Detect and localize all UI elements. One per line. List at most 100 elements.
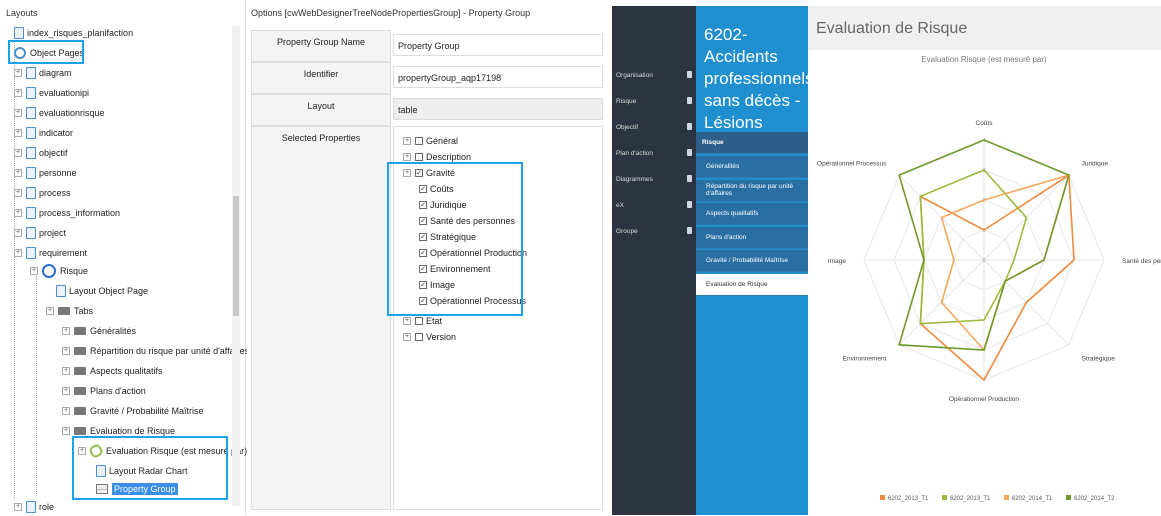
- tree-item[interactable]: + project: [14, 224, 66, 242]
- tree-item[interactable]: + Généralités: [62, 322, 136, 340]
- layout-select[interactable]: table: [393, 98, 603, 120]
- tree-item-label: Layout Object Page: [69, 286, 149, 296]
- nav-item-label: Risque: [616, 97, 637, 105]
- nav-item[interactable]: Organisation: [612, 62, 696, 88]
- tab-icon: [74, 367, 86, 375]
- tree-item[interactable]: + requirement: [14, 244, 87, 262]
- tab-item[interactable]: Généralités: [696, 156, 808, 178]
- tab-item[interactable]: Répartition du risque par unité d'affair…: [696, 179, 808, 202]
- nav-item[interactable]: Diagrammes: [612, 166, 696, 192]
- main-header: Evaluation de Risque: [808, 6, 1161, 50]
- expand-icon[interactable]: +: [62, 407, 70, 415]
- nav-item[interactable]: Objectif: [612, 114, 696, 140]
- checkbox[interactable]: [415, 153, 423, 161]
- expand-icon[interactable]: +: [14, 69, 22, 77]
- tree-item[interactable]: Layout Object Page: [56, 282, 148, 300]
- document-icon: [26, 147, 36, 159]
- checkbox[interactable]: [415, 333, 423, 341]
- tree-guide: [36, 276, 37, 496]
- tab-icon: [74, 347, 86, 355]
- nav-item-label: Groupe: [616, 227, 638, 235]
- identifier-input[interactable]: propertyGroup_aqp17198: [393, 66, 603, 88]
- expand-icon[interactable]: +: [403, 153, 411, 161]
- tab-item[interactable]: Plans d'action: [696, 226, 808, 249]
- tab-item[interactable]: Gravité / Probabilité Maîtrise: [696, 250, 808, 272]
- expand-icon[interactable]: +: [403, 333, 411, 341]
- expand-icon[interactable]: +: [14, 249, 22, 257]
- nav-item-label: eX: [616, 201, 624, 209]
- section-header: Risque: [696, 132, 808, 154]
- expand-icon[interactable]: +: [62, 327, 70, 335]
- expand-icon[interactable]: +: [403, 317, 411, 325]
- tree-item[interactable]: + indicator: [14, 124, 73, 142]
- tab-icon: [74, 387, 86, 395]
- tree-item[interactable]: + role: [14, 498, 54, 516]
- tree-item[interactable]: + process_information: [14, 204, 120, 222]
- options-header: Options [cwWebDesignerTreeNodeProperties…: [251, 8, 531, 18]
- expand-icon[interactable]: +: [14, 209, 22, 217]
- tree-item[interactable]: + Répartition du risque par unité d'affai…: [62, 342, 249, 360]
- expand-icon[interactable]: +: [14, 109, 22, 117]
- nav-toggle-icon: [687, 71, 692, 78]
- chart-title: Evaluation Risque (est mesuré par): [921, 55, 1047, 64]
- tree-item[interactable]: + Aspects qualitatifs: [62, 362, 163, 380]
- nav-item[interactable]: Plan d'action: [612, 140, 696, 166]
- expand-icon[interactable]: +: [14, 89, 22, 97]
- tree-item[interactable]: + Risque: [30, 262, 88, 280]
- axis-label: Image: [828, 258, 846, 265]
- nav-item[interactable]: Groupe: [612, 218, 696, 244]
- expand-icon[interactable]: +: [14, 129, 22, 137]
- tree-item[interactable]: + Tabs: [46, 302, 93, 320]
- tree-item-label: process_information: [39, 208, 121, 218]
- tree-item[interactable]: + process: [14, 184, 71, 202]
- expand-icon[interactable]: +: [14, 229, 22, 237]
- nav-toggle-icon: [687, 149, 692, 156]
- tree-item[interactable]: + Gravité / Probabilité Maîtrise: [62, 402, 204, 420]
- document-icon: [26, 107, 36, 119]
- expand-icon[interactable]: +: [62, 387, 70, 395]
- expand-icon[interactable]: +: [14, 189, 22, 197]
- field-label-selected-properties: Selected Properties: [251, 126, 391, 510]
- secondary-nav: 6202-Accidents professionnels sans décès…: [696, 6, 814, 515]
- expand-icon[interactable]: +: [62, 347, 70, 355]
- checkbox[interactable]: [415, 317, 423, 325]
- property-label: Description: [426, 152, 472, 162]
- property-item[interactable]: + Général: [403, 133, 458, 149]
- expand-icon[interactable]: +: [14, 169, 22, 177]
- tree-item-label: Aspects qualitatifs: [90, 366, 163, 376]
- property-group-name-input[interactable]: Property Group: [393, 34, 603, 56]
- nav-item[interactable]: eX: [612, 192, 696, 218]
- tab-item[interactable]: Aspects qualitatifs: [696, 203, 808, 225]
- tree-item[interactable]: + diagram: [14, 64, 72, 82]
- tree-item[interactable]: + objectif: [14, 144, 68, 162]
- tree-item-label: Répartition du risque par unité d'affair…: [90, 346, 250, 356]
- axis-label: Opérationnel Production: [949, 396, 1019, 403]
- checkbox[interactable]: [415, 137, 423, 145]
- expand-icon[interactable]: +: [30, 267, 38, 275]
- nav-item[interactable]: Risque: [612, 88, 696, 114]
- scrollbar[interactable]: [232, 26, 240, 506]
- tab-item[interactable]: Evaluation de Risque: [696, 273, 808, 296]
- legend-label: 6202_2013_T1: [888, 496, 929, 502]
- tree-item[interactable]: + evaluationipi: [14, 84, 89, 102]
- highlight-box: [72, 436, 228, 500]
- expand-icon[interactable]: +: [403, 137, 411, 145]
- radar-chart: Evaluation Risque (est mesuré par) Coûts J…: [817, 55, 1161, 502]
- tree-item-label: Risque: [60, 266, 89, 276]
- document-icon: [26, 207, 36, 219]
- document-icon: [26, 227, 36, 239]
- nav-item-label: Plan d'action: [616, 149, 654, 157]
- tree-item[interactable]: + personne: [14, 164, 77, 182]
- expand-icon[interactable]: +: [14, 503, 22, 511]
- expand-icon[interactable]: +: [62, 367, 70, 375]
- document-icon: [56, 285, 66, 297]
- expand-icon[interactable]: +: [14, 149, 22, 157]
- tree-item[interactable]: + Plans d'action: [62, 382, 146, 400]
- expand-icon[interactable]: +: [62, 427, 70, 435]
- options-panel: Options [cwWebDesignerTreeNodeProperties…: [247, 0, 603, 515]
- property-item[interactable]: + Version: [403, 329, 456, 345]
- scrollbar-thumb[interactable]: [233, 196, 239, 316]
- expand-icon[interactable]: +: [46, 307, 54, 315]
- tree-item[interactable]: + evaluationrisque: [14, 104, 105, 122]
- legend-label: 6202_2014_T2: [1074, 496, 1115, 502]
